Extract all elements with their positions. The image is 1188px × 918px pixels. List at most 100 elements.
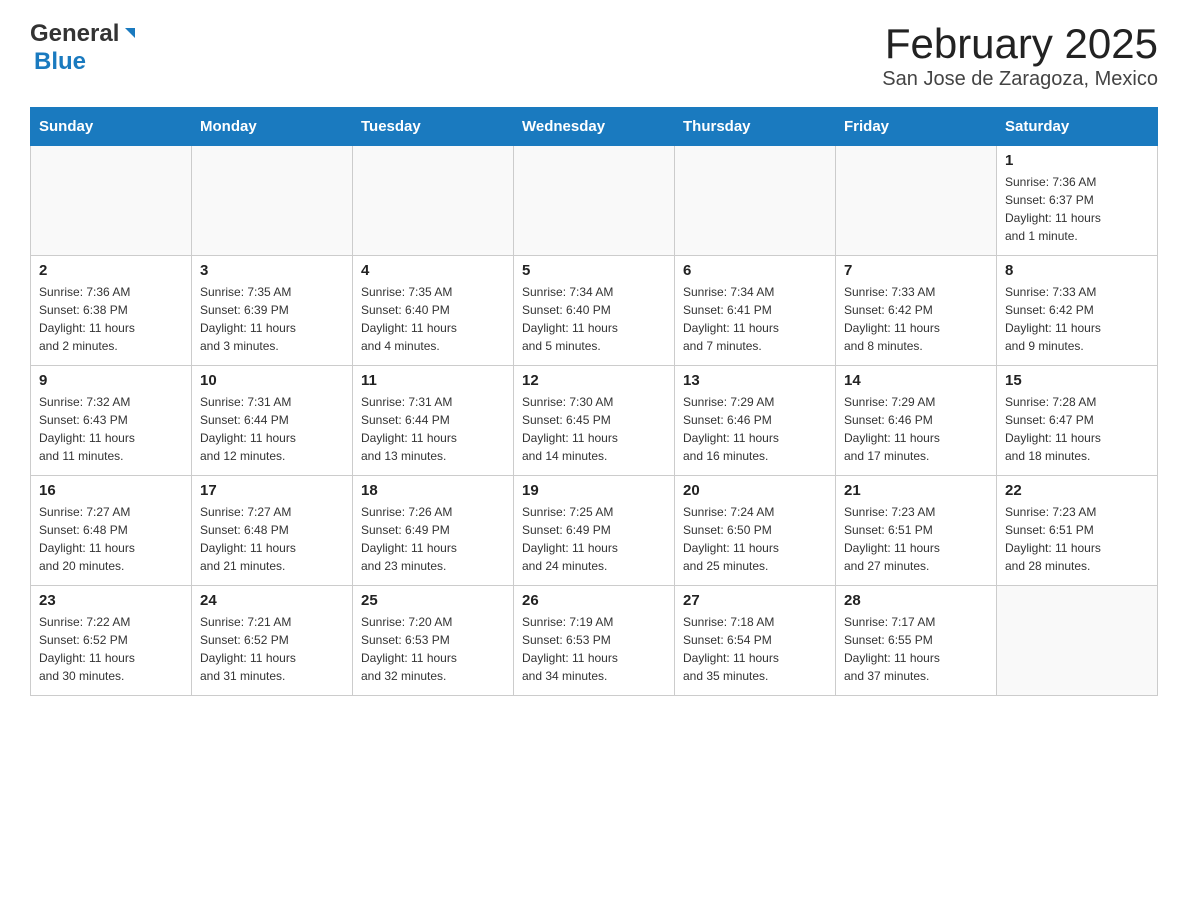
table-row: 2 Sunrise: 7:36 AMSunset: 6:38 PMDaylight…	[31, 256, 192, 366]
day-number: 6	[683, 262, 827, 279]
logo-general-text: General	[30, 20, 119, 48]
table-row	[514, 146, 675, 256]
table-row: 17 Sunrise: 7:27 AMSunset: 6:48 PMDayligh…	[192, 476, 353, 586]
table-row	[997, 586, 1158, 696]
table-row	[192, 146, 353, 256]
table-row: 14 Sunrise: 7:29 AMSunset: 6:46 PMDayligh…	[836, 366, 997, 476]
day-number: 5	[522, 262, 666, 279]
day-info: Sunrise: 7:30 AMSunset: 6:45 PMDaylight:…	[522, 393, 666, 465]
col-thursday: Thursday	[675, 108, 836, 146]
table-row: 24Sunrise: 7:21 AMSunset: 6:52 PMDayligh…	[192, 586, 353, 696]
day-info: Sunrise: 7:17 AMSunset: 6:55 PMDaylight:…	[844, 613, 988, 685]
day-info: Sunrise: 7:29 AMSunset: 6:46 PMDaylight:…	[844, 393, 988, 465]
day-number: 19	[522, 482, 666, 499]
calendar-body: 1 Sunrise: 7:36 AMSunset: 6:37 PMDaylight…	[31, 146, 1158, 696]
day-number: 3	[200, 262, 344, 279]
day-info: Sunrise: 7:34 AMSunset: 6:41 PMDaylight:…	[683, 283, 827, 355]
logo: General Blue	[30, 20, 139, 76]
day-info: Sunrise: 7:27 AMSunset: 6:48 PMDaylight:…	[39, 503, 183, 575]
day-info: Sunrise: 7:27 AMSunset: 6:48 PMDaylight:…	[200, 503, 344, 575]
table-row: 27 Sunrise: 7:18 AMSunset: 6:54 PMDayligh…	[675, 586, 836, 696]
table-row: 9 Sunrise: 7:32 AMSunset: 6:43 PMDaylight…	[31, 366, 192, 476]
table-row: 12 Sunrise: 7:30 AMSunset: 6:45 PMDayligh…	[514, 366, 675, 476]
day-info: Sunrise: 7:25 AMSunset: 6:49 PMDaylight:…	[522, 503, 666, 575]
day-info: Sunrise: 7:22 AMSunset: 6:52 PMDaylight:…	[39, 613, 183, 685]
table-row: 25Sunrise: 7:20 AMSunset: 6:53 PMDayligh…	[353, 586, 514, 696]
table-row: 19 Sunrise: 7:25 AMSunset: 6:49 PMDayligh…	[514, 476, 675, 586]
day-number: 9	[39, 372, 183, 389]
day-number: 20	[683, 482, 827, 499]
table-row: 21Sunrise: 7:23 AMSunset: 6:51 PMDayligh…	[836, 476, 997, 586]
table-row	[675, 146, 836, 256]
day-info: Sunrise: 7:33 AMSunset: 6:42 PMDaylight:…	[1005, 283, 1149, 355]
table-row: 7 Sunrise: 7:33 AMSunset: 6:42 PMDaylight…	[836, 256, 997, 366]
day-info: Sunrise: 7:32 AMSunset: 6:43 PMDaylight:…	[39, 393, 183, 465]
table-row: 22Sunrise: 7:23 AMSunset: 6:51 PMDayligh…	[997, 476, 1158, 586]
day-number: 17	[200, 482, 344, 499]
day-info: Sunrise: 7:23 AMSunset: 6:51 PMDaylight:…	[1005, 503, 1149, 575]
day-number: 12	[522, 372, 666, 389]
day-number: 7	[844, 262, 988, 279]
col-saturday: Saturday	[997, 108, 1158, 146]
calendar-table: Sunday Monday Tuesday Wednesday Thursday…	[30, 107, 1158, 696]
col-sunday: Sunday	[31, 108, 192, 146]
table-row: 13 Sunrise: 7:29 AMSunset: 6:46 PMDayligh…	[675, 366, 836, 476]
day-info: Sunrise: 7:36 AMSunset: 6:37 PMDaylight:…	[1005, 173, 1149, 245]
day-info: Sunrise: 7:35 AMSunset: 6:39 PMDaylight:…	[200, 283, 344, 355]
day-number: 23	[39, 592, 183, 609]
day-number: 14	[844, 372, 988, 389]
day-number: 24	[200, 592, 344, 609]
day-info: Sunrise: 7:28 AMSunset: 6:47 PMDaylight:…	[1005, 393, 1149, 465]
calendar-header: Sunday Monday Tuesday Wednesday Thursday…	[31, 108, 1158, 146]
calendar-title: February 2025	[882, 20, 1158, 68]
col-tuesday: Tuesday	[353, 108, 514, 146]
table-row: 18Sunrise: 7:26 AMSunset: 6:49 PMDayligh…	[353, 476, 514, 586]
day-info: Sunrise: 7:31 AMSunset: 6:44 PMDaylight:…	[200, 393, 344, 465]
calendar-week-row: 9 Sunrise: 7:32 AMSunset: 6:43 PMDaylight…	[31, 366, 1158, 476]
calendar-week-row: 2 Sunrise: 7:36 AMSunset: 6:38 PMDaylight…	[31, 256, 1158, 366]
day-info: Sunrise: 7:29 AMSunset: 6:46 PMDaylight:…	[683, 393, 827, 465]
day-number: 25	[361, 592, 505, 609]
day-number: 18	[361, 482, 505, 499]
day-info: Sunrise: 7:18 AMSunset: 6:54 PMDaylight:…	[683, 613, 827, 685]
page-header: General Blue February 2025 San Jose de Z…	[30, 20, 1158, 91]
col-wednesday: Wednesday	[514, 108, 675, 146]
calendar-subtitle: San Jose de Zaragoza, Mexico	[882, 68, 1158, 91]
table-row: 26Sunrise: 7:19 AMSunset: 6:53 PMDayligh…	[514, 586, 675, 696]
day-number: 13	[683, 372, 827, 389]
day-info: Sunrise: 7:33 AMSunset: 6:42 PMDaylight:…	[844, 283, 988, 355]
table-row: 15 Sunrise: 7:28 AMSunset: 6:47 PMDayligh…	[997, 366, 1158, 476]
day-number: 4	[361, 262, 505, 279]
logo-arrow-icon	[121, 24, 139, 47]
calendar-week-row: 23 Sunrise: 7:22 AMSunset: 6:52 PMDayligh…	[31, 586, 1158, 696]
table-row: 16 Sunrise: 7:27 AMSunset: 6:48 PMDayligh…	[31, 476, 192, 586]
table-row: 11 Sunrise: 7:31 AMSunset: 6:44 PMDayligh…	[353, 366, 514, 476]
table-row	[836, 146, 997, 256]
day-number: 1	[1005, 152, 1149, 169]
day-info: Sunrise: 7:19 AMSunset: 6:53 PMDaylight:…	[522, 613, 666, 685]
day-number: 28	[844, 592, 988, 609]
table-row: 5 Sunrise: 7:34 AMSunset: 6:40 PMDaylight…	[514, 256, 675, 366]
table-row: 20Sunrise: 7:24 AMSunset: 6:50 PMDayligh…	[675, 476, 836, 586]
day-number: 8	[1005, 262, 1149, 279]
table-row: 23 Sunrise: 7:22 AMSunset: 6:52 PMDayligh…	[31, 586, 192, 696]
table-row: 4Sunrise: 7:35 AMSunset: 6:40 PMDaylight…	[353, 256, 514, 366]
col-friday: Friday	[836, 108, 997, 146]
day-number: 27	[683, 592, 827, 609]
day-number: 2	[39, 262, 183, 279]
table-row: 8 Sunrise: 7:33 AMSunset: 6:42 PMDaylight…	[997, 256, 1158, 366]
table-row: 1 Sunrise: 7:36 AMSunset: 6:37 PMDaylight…	[997, 146, 1158, 256]
day-info: Sunrise: 7:31 AMSunset: 6:44 PMDaylight:…	[361, 393, 505, 465]
day-number: 15	[1005, 372, 1149, 389]
day-info: Sunrise: 7:36 AMSunset: 6:38 PMDaylight:…	[39, 283, 183, 355]
day-number: 16	[39, 482, 183, 499]
day-number: 21	[844, 482, 988, 499]
calendar-week-row: 1 Sunrise: 7:36 AMSunset: 6:37 PMDaylight…	[31, 146, 1158, 256]
logo-blue-text: Blue	[34, 48, 86, 76]
day-info: Sunrise: 7:34 AMSunset: 6:40 PMDaylight:…	[522, 283, 666, 355]
header-row: Sunday Monday Tuesday Wednesday Thursday…	[31, 108, 1158, 146]
table-row: 3 Sunrise: 7:35 AMSunset: 6:39 PMDaylight…	[192, 256, 353, 366]
title-block: February 2025 San Jose de Zaragoza, Mexi…	[882, 20, 1158, 91]
table-row: 6 Sunrise: 7:34 AMSunset: 6:41 PMDaylight…	[675, 256, 836, 366]
day-number: 11	[361, 372, 505, 389]
